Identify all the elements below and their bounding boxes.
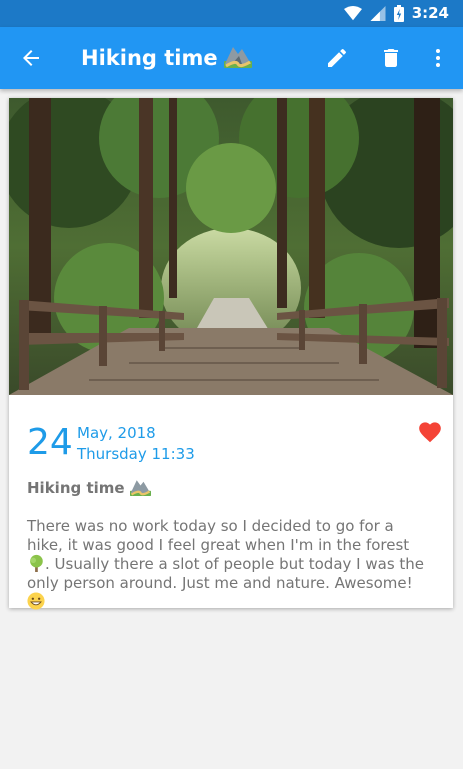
app-bar: Hiking time xyxy=(0,27,463,89)
clock-time: 3:24 xyxy=(411,4,449,22)
more-options-icon[interactable] xyxy=(426,46,450,70)
battery-icon xyxy=(393,4,404,22)
entry-title: Hiking time xyxy=(27,478,151,497)
delete-trash-icon[interactable] xyxy=(379,46,403,70)
status-bar: 3:24 xyxy=(0,0,463,27)
mountain-road-icon xyxy=(129,480,151,496)
signal-icon xyxy=(370,5,386,21)
grinning-face-icon xyxy=(27,592,45,610)
edit-pencil-icon[interactable] xyxy=(325,46,349,70)
entry-title-text: Hiking time xyxy=(27,479,125,497)
forest-bridge-photo xyxy=(9,98,453,395)
deciduous-tree-icon xyxy=(30,554,43,572)
back-arrow-icon[interactable] xyxy=(19,46,43,70)
status-icons: 3:24 xyxy=(343,4,449,22)
entry-body-text: There was no work today so I decided to … xyxy=(27,517,429,612)
mountain-road-icon xyxy=(223,47,252,68)
entry-body-part1: There was no work today so I decided to … xyxy=(27,517,410,554)
page-title: Hiking time xyxy=(81,44,252,70)
entry-month-year: May, 2018 xyxy=(77,424,156,442)
favorite-heart-icon[interactable] xyxy=(417,419,443,443)
entry-weekday-time: Thursday 11:33 xyxy=(77,445,195,463)
wifi-icon xyxy=(343,5,362,20)
entry-card[interactable]: 24 May, 2018 Thursday 11:33 Hiking time … xyxy=(9,98,453,610)
entry-day: 24 xyxy=(27,422,73,463)
entry-body-part2: . Usually there a slot of people but tod… xyxy=(27,555,425,592)
page-title-text: Hiking time xyxy=(81,46,218,70)
